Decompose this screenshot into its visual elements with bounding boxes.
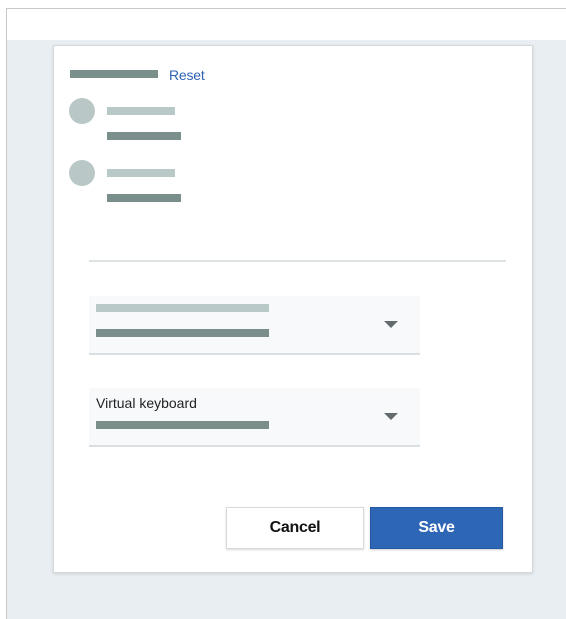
reset-link[interactable]: Reset xyxy=(169,67,205,83)
radio-option-title-placeholder xyxy=(107,169,175,177)
radio-option-desc-placeholder xyxy=(107,194,181,202)
radio-button[interactable] xyxy=(69,98,95,124)
virtual-keyboard-dropdown[interactable]: Virtual keyboard xyxy=(89,388,420,447)
chevron-down-icon[interactable] xyxy=(384,413,398,420)
section-divider xyxy=(89,260,506,262)
dropdown-label-placeholder xyxy=(96,304,269,312)
save-button[interactable]: Save xyxy=(370,507,503,549)
dropdown-value-placeholder xyxy=(96,329,269,337)
dialog-title-placeholder xyxy=(70,70,158,78)
radio-button[interactable] xyxy=(69,160,95,186)
radio-option-1[interactable] xyxy=(69,98,269,148)
chevron-down-icon[interactable] xyxy=(384,321,398,328)
settings-dialog: Reset Virtual keyboard Cancel Save xyxy=(53,45,533,573)
dropdown-select-1[interactable] xyxy=(89,296,420,355)
radio-option-desc-placeholder xyxy=(107,132,181,140)
radio-option-title-placeholder xyxy=(107,107,175,115)
radio-option-2[interactable] xyxy=(69,160,269,210)
dropdown-value-placeholder xyxy=(96,421,269,429)
cancel-button[interactable]: Cancel xyxy=(226,507,364,549)
dropdown-label: Virtual keyboard xyxy=(96,395,197,411)
